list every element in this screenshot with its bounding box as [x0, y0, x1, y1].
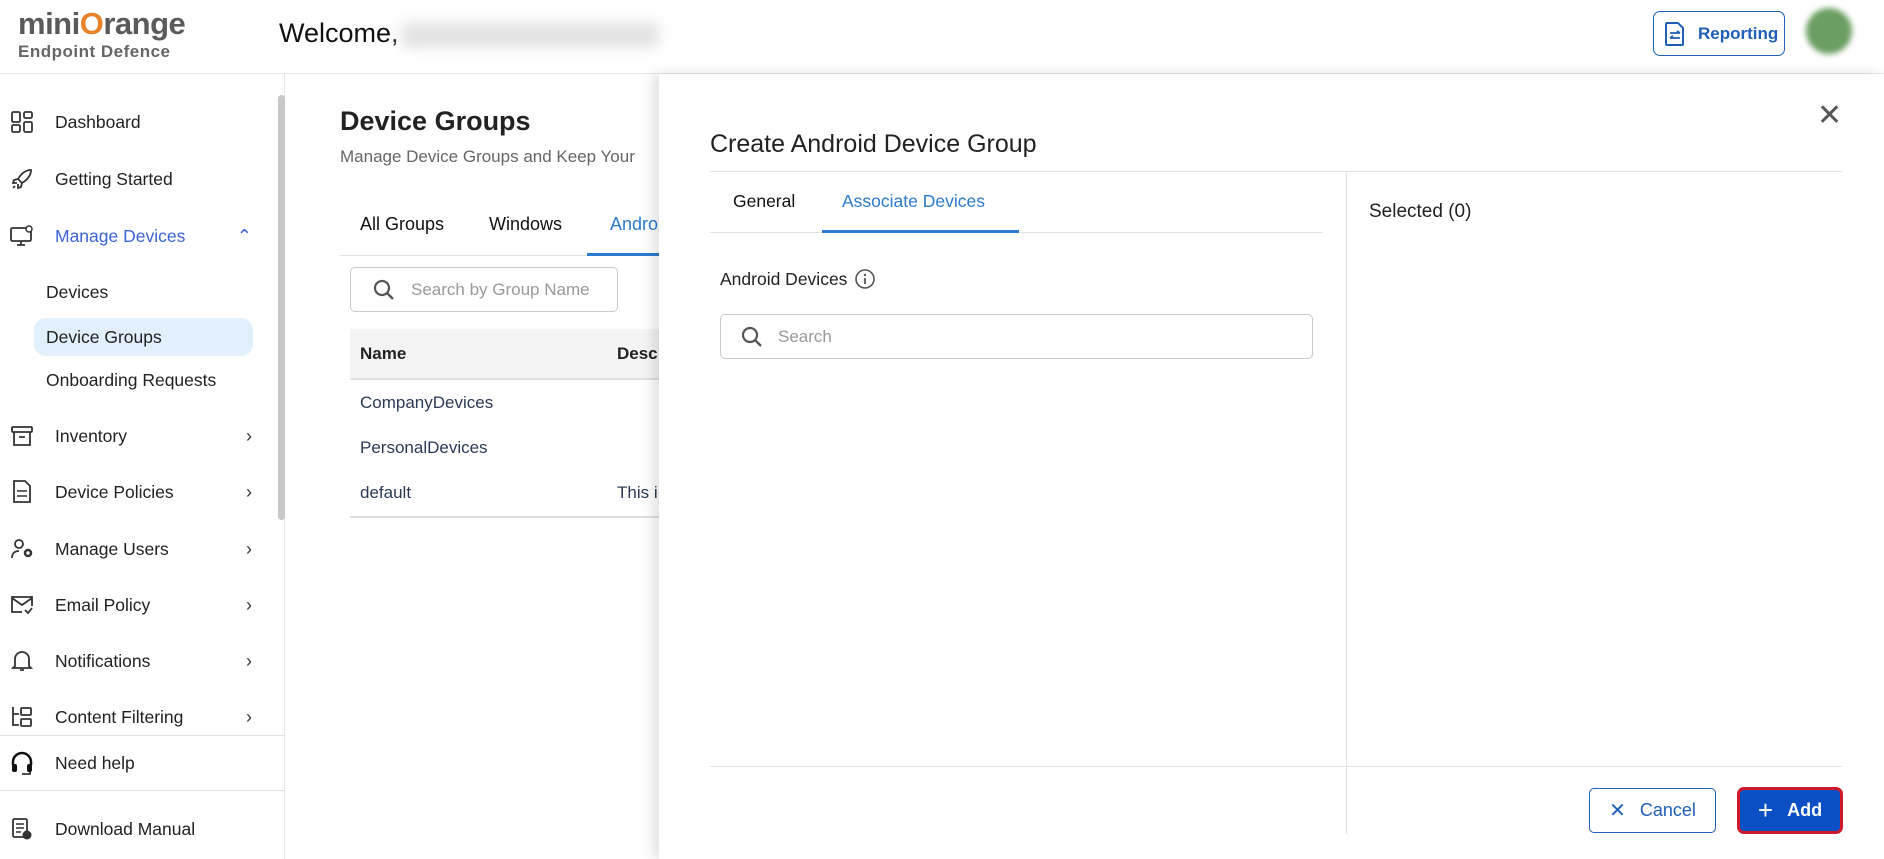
row-description: This i: [617, 483, 658, 502]
label: Email Policy: [55, 594, 151, 615]
search-icon: [373, 279, 394, 300]
label: Devices: [46, 281, 109, 302]
sidebar-item-device-groups[interactable]: Device Groups: [34, 318, 253, 356]
sidebar-item-onboarding-requests[interactable]: Onboarding Requests: [34, 361, 253, 399]
sidebar-item-device-policies[interactable]: Device Policies ›: [0, 472, 280, 512]
info-icon[interactable]: [854, 268, 876, 290]
sidebar-item-devices[interactable]: Devices: [34, 273, 253, 311]
label: Getting Started: [55, 168, 173, 189]
sidebar-scrollbar[interactable]: [278, 95, 285, 520]
placeholder: Search: [778, 326, 832, 346]
table-row[interactable]: CompanyDevices: [360, 393, 493, 413]
label: Device Policies: [55, 481, 174, 502]
label: Content Filtering: [55, 706, 184, 727]
placeholder: Search by Group Name: [411, 279, 590, 299]
page-title: Device Groups: [340, 106, 531, 136]
mail-check-icon: [10, 593, 34, 617]
chevron-right-icon: ›: [246, 425, 252, 446]
tab-all-groups[interactable]: All Groups: [360, 214, 444, 235]
cancel-button[interactable]: ✕ Cancel: [1589, 788, 1716, 833]
label: Manage Devices: [55, 225, 186, 246]
divider: [0, 735, 285, 736]
chevron-up-icon: ⌃: [236, 225, 252, 246]
report-icon: [1665, 21, 1684, 46]
table-header: Name Desc: [350, 329, 660, 380]
logo: miniOrange: [18, 6, 186, 41]
tab-associate-devices[interactable]: Associate Devices: [842, 191, 985, 212]
selected-count: Selected (0): [1369, 201, 1472, 222]
vertical-divider: [1346, 171, 1347, 834]
sidebar-item-content-filtering[interactable]: Content Filtering ›: [0, 697, 280, 737]
label: Download Manual: [55, 818, 196, 839]
label: Add: [1787, 800, 1823, 820]
column-description: Desc: [617, 344, 658, 363]
label: Inventory: [55, 425, 127, 446]
user-avatar[interactable]: [1806, 8, 1852, 54]
sidebar-item-dashboard[interactable]: Dashboard: [0, 102, 280, 142]
chevron-right-icon: ›: [246, 538, 252, 559]
welcome-text: Welcome,: [279, 18, 399, 48]
dashboard-icon: [10, 110, 34, 134]
logo-subtitle: Endpoint Defence: [18, 42, 171, 61]
sidebar: Dashboard Getting Started Manage Devices…: [0, 74, 285, 859]
sidebar-item-manage-devices[interactable]: Manage Devices ⌃: [0, 216, 280, 256]
blurred-username: [400, 22, 660, 48]
need-help-link[interactable]: Need help: [0, 743, 280, 783]
label: Cancel: [1639, 800, 1696, 820]
sidebar-item-notifications[interactable]: Notifications ›: [0, 641, 280, 681]
label: Dashboard: [55, 111, 141, 132]
footer-divider: [710, 766, 1842, 767]
page-subtitle: Manage Device Groups and Keep Your: [340, 147, 635, 166]
label: Notifications: [55, 650, 151, 671]
reporting-label: Reporting: [1698, 23, 1779, 43]
folder-tree-icon: [10, 705, 34, 729]
android-devices-label: Android Devices: [720, 268, 876, 290]
group-search-input[interactable]: Search by Group Name: [350, 267, 618, 312]
download-manual-link[interactable]: Download Manual: [0, 809, 280, 849]
plus-icon: +: [1757, 795, 1774, 825]
label: Need help: [55, 752, 135, 773]
chevron-right-icon: ›: [246, 481, 252, 502]
manual-download-icon: [10, 817, 34, 841]
sidebar-item-email-policy[interactable]: Email Policy ›: [0, 585, 280, 625]
active-tab-indicator: [587, 253, 660, 256]
divider: [0, 790, 285, 791]
label: Device Groups: [46, 326, 162, 347]
sidebar-item-manage-users[interactable]: Manage Users ›: [0, 529, 280, 569]
monitor-icon: [10, 224, 34, 248]
table-row[interactable]: default: [360, 483, 411, 503]
chevron-right-icon: ›: [246, 594, 252, 615]
tab-android[interactable]: Andro: [610, 214, 658, 235]
sidebar-item-getting-started[interactable]: Getting Started: [0, 159, 280, 199]
chevron-right-icon: ›: [246, 650, 252, 671]
device-search-input[interactable]: Search: [720, 314, 1313, 359]
label: Android Devices: [720, 268, 848, 289]
policy-document-icon: [10, 480, 34, 504]
sidebar-item-inventory[interactable]: Inventory ›: [0, 416, 280, 456]
rocket-icon: [10, 167, 34, 191]
active-tab-indicator: [822, 230, 1019, 233]
reporting-button[interactable]: Reporting: [1653, 11, 1785, 56]
label: Onboarding Requests: [46, 369, 217, 390]
chevron-right-icon: ›: [246, 706, 252, 727]
tab-general[interactable]: General: [733, 191, 795, 212]
user-settings-icon: [10, 537, 34, 561]
close-icon: ✕: [1609, 800, 1626, 822]
close-icon[interactable]: ✕: [1817, 101, 1842, 131]
divider: [710, 171, 1842, 172]
top-header: miniOrange Endpoint Defence Welcome, Rep…: [0, 0, 1884, 74]
headset-icon: [10, 751, 34, 775]
create-group-panel: ✕ Create Android Device Group General As…: [659, 74, 1884, 859]
table-row[interactable]: PersonalDevices: [360, 438, 488, 458]
panel-title: Create Android Device Group: [710, 130, 1037, 158]
label: Manage Users: [55, 538, 169, 559]
add-button[interactable]: + Add: [1737, 787, 1843, 834]
bell-icon: [10, 649, 34, 673]
table-bottom-border: [350, 516, 660, 518]
search-icon: [741, 326, 762, 347]
column-name: Name: [360, 344, 407, 363]
tab-windows[interactable]: Windows: [489, 214, 562, 235]
archive-icon: [10, 424, 34, 448]
